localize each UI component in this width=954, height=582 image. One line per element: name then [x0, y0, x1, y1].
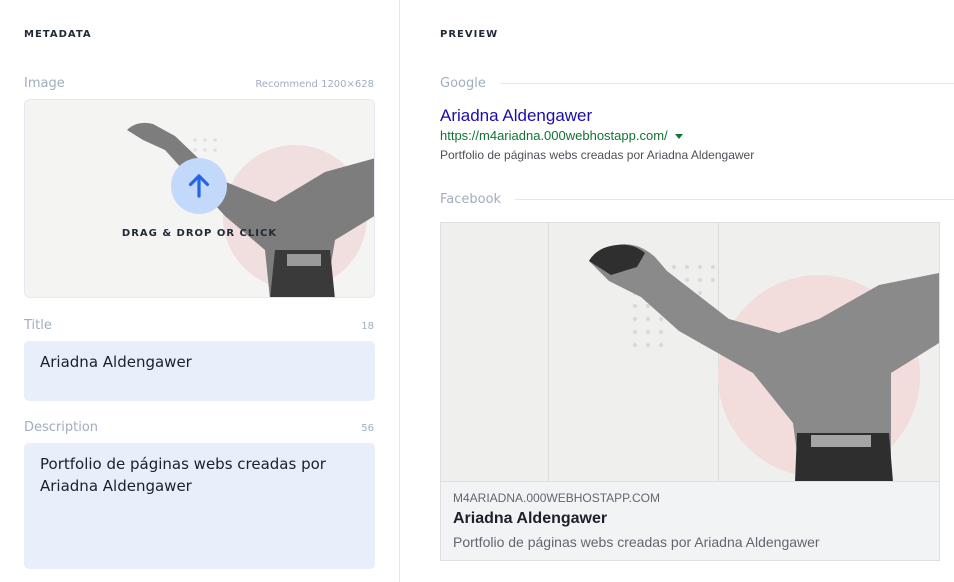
description-char-count: 56 — [361, 423, 374, 434]
metadata-heading: METADATA — [24, 29, 92, 40]
metadata-panel: METADATA Image Recommend 1200×628 DRAG &… — [0, 0, 400, 582]
google-result-url[interactable]: https://m4ariadna.000webhostapp.com/ — [440, 128, 683, 143]
drop-instructions: DRAG & DROP OR CLICK — [121, 228, 278, 239]
caret-down-icon — [674, 134, 683, 139]
title-input[interactable]: Ariadna Aldengawer — [24, 341, 375, 401]
image-dropzone[interactable]: DRAG & DROP OR CLICK — [24, 99, 375, 298]
facebook-card-image — [441, 223, 939, 482]
preview-panel: PREVIEW Google Ariadna Aldengawer https:… — [400, 0, 954, 582]
google-url-text: https://m4ariadna.000webhostapp.com/ — [440, 128, 668, 143]
arrow-up-icon — [188, 174, 210, 198]
image-label: Image — [24, 76, 65, 91]
google-label: Google — [440, 76, 500, 91]
facebook-card-description: Portfolio de páginas webs creadas por Ar… — [453, 534, 820, 550]
facebook-card[interactable]: M4ARIADNA.000WEBHOSTAPP.COM Ariadna Alde… — [440, 222, 940, 561]
description-input[interactable]: Portfolio de páginas webs creadas por Ar… — [24, 443, 375, 569]
facebook-card-domain: M4ARIADNA.000WEBHOSTAPP.COM — [453, 491, 660, 505]
facebook-divider — [440, 199, 954, 200]
preview-photo — [441, 223, 939, 481]
title-char-count: 18 — [361, 321, 374, 332]
image-size-hint: Recommend 1200×628 — [255, 79, 374, 90]
upload-button[interactable] — [171, 158, 227, 214]
preview-heading: PREVIEW — [440, 29, 499, 40]
title-label: Title — [24, 318, 52, 333]
google-result-description: Portfolio de páginas webs creadas por Ar… — [440, 148, 755, 162]
facebook-card-title: Ariadna Aldengawer — [453, 510, 608, 527]
description-label: Description — [24, 420, 99, 435]
facebook-label: Facebook — [440, 192, 516, 207]
google-divider — [440, 83, 954, 84]
google-result-title[interactable]: Ariadna Aldengawer — [440, 106, 592, 126]
